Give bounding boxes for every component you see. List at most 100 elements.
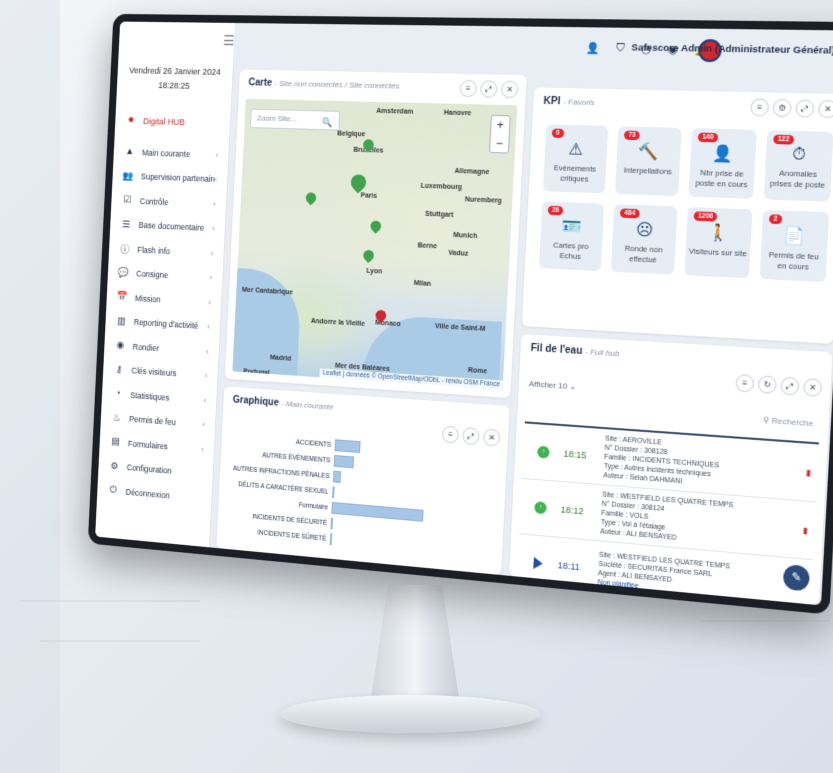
graph-panel-title: Graphique - Main courante [233,395,334,413]
menu-icon[interactable]: ≡ [459,79,477,98]
kpi-icon: 🪪 [561,218,583,237]
bar[interactable] [332,470,341,483]
kpi-tile[interactable]: 484 ☹ Ronde non effectué [610,204,678,275]
kpi-tile[interactable]: 26 🪪 Cartes pro Echus [538,201,605,272]
feed-description: Site : AEROVILLE N° Dossier : 308128 Famil… [603,434,801,495]
feed-list: ! 18:15 Site : AEROVILLE N° Dossier : 30812… [513,421,819,606]
chevron-left-icon: ‹ [215,149,219,160]
bar[interactable] [330,517,334,530]
zoom-out-icon[interactable]: − [490,134,509,153]
current-date: Vendredi 26 Janvier 2024 [128,65,221,77]
shield-icon[interactable]: ⛉ [616,42,625,55]
kpi-icon: 📄 [783,227,806,247]
map-city-label: Espagne [287,377,315,386]
close-icon[interactable]: ✕ [482,428,501,447]
close-icon[interactable]: ✕ [817,99,833,119]
search-icon[interactable]: 🔍 [322,113,333,131]
bar[interactable] [329,533,333,546]
zoom-in-icon[interactable]: + [491,116,510,135]
map-cities: AmsterdamHanovreBruxellesLuxembourgParis… [242,99,517,386]
page-size-selector[interactable]: Afficher 10 ⌄ [529,379,577,391]
kpi-label: Visiteurs sur site [688,246,748,259]
feed-indicator: ! [520,500,561,516]
bar[interactable] [332,486,335,499]
feed-time: 18:12 [560,504,584,517]
kpi-icon: 🔨 [637,143,660,162]
feed-search[interactable]: ⚲ Recherche [763,415,814,428]
map-sea [232,268,303,379]
top-bar: 👤 ⛉ ◷ ◉ 🔔 Safescore Admin (Administrateu… [232,22,833,76]
bar[interactable] [333,454,355,469]
play-icon [532,556,543,570]
kpi-label: Ronde non effectué [624,243,663,265]
kpi-tile[interactable]: 1206 🚶 Visiteurs sur site [684,206,753,279]
map-city-label: Stuttgart [424,210,454,219]
kpi-badge: 0 [551,128,564,138]
map-panel-title: Carte - Site non connectés / Site connec… [248,77,399,91]
pdf-icon[interactable]: ▮ [800,467,818,478]
kpi-tile[interactable]: 122 ⏱ Anomalies prises de poste [763,130,833,202]
site-pin[interactable] [347,171,370,194]
kpi-icon: 🚶 [707,224,730,243]
map-city-label: Hanovre [443,109,472,118]
expand-icon[interactable]: ⤢ [795,99,815,118]
zoom-site-input[interactable]: Zoom Site... 🔍 [249,108,341,131]
kpi-tile[interactable]: 140 👤 Nbr prise de poste en cours [688,128,757,199]
kpi-tile[interactable]: 0 ⚠ Evénements critiques [542,124,609,194]
map[interactable]: Zoom Site... 🔍 + − AmsterdamHanovreBruxe… [232,98,518,390]
chevron-left-icon: ‹ [203,395,207,406]
digital-hub-link[interactable]: ✸ Digital HUB [127,115,186,127]
kpi-icon: ⚠ [568,141,584,159]
menu-icon[interactable]: ≡ [441,425,460,444]
kpi-grid: 0 ⚠ Evénements critiques 73 🔨 Interpellations… [538,124,833,283]
expand-icon[interactable]: ⤢ [479,80,498,98]
menu-item-icon: ◔ [115,388,121,400]
sidebar-item-label: Déconnexion [125,486,170,501]
kpi-tile[interactable]: 73 🔨 Interpellations [614,126,682,197]
kpi-tile[interactable]: 2 📄 Permis de feu en cours [759,209,830,283]
sidebar-menu: ▲ Main courante ‹ 👥 Supervision partenaire ‹ ☑… [106,140,224,511]
kpi-icon: 👤 [711,145,734,164]
menu-item-icon: ◉ [116,340,125,352]
monitor-base [280,695,540,733]
kpi-badge: 140 [697,132,719,143]
kpi-label: Cartes pro Echus [552,240,589,261]
pdf-icon[interactable]: ▮ [797,525,815,536]
graph-panel-buttons: ≡ ⤢ ✕ [441,425,501,447]
zoom-site-placeholder: Zoom Site... [256,113,298,124]
site-pin[interactable] [368,218,384,234]
chevron-left-icon: ‹ [200,444,205,455]
kpi-panel-title: KPI - Favoris [543,96,595,108]
kpi-panel: KPI - Favoris ≡ ⚙ ⤢ ✕ 0 ⚠ Evénements criti… [521,87,833,344]
chevron-left-icon: ‹ [213,199,217,209]
screen: ☰ Vendredi 26 Janvier 2024 18:28:25 ✸ Di… [95,21,833,606]
feed-panel: Fil de l'eau - Full hub ≡ ↻ ⤢ ✕ Afficher… [508,334,833,606]
close-icon[interactable]: ✕ [802,378,823,398]
sidebar-item[interactable]: ▲ Main courante ‹ [122,140,224,168]
gear-icon[interactable]: ⚙ [772,98,792,118]
bar[interactable] [334,439,361,454]
site-pin[interactable] [303,190,319,206]
expand-icon[interactable]: ⤢ [780,376,800,396]
menu-icon[interactable]: ≡ [735,373,755,393]
menu-icon[interactable]: ≡ [750,98,770,117]
site-pin[interactable] [361,247,377,264]
map-city-label: Luxembourg [420,182,463,192]
zoom-control[interactable]: + − [488,114,511,154]
sidebar-item-label: Formulaires [127,438,169,452]
menu-item-icon: ▲ [125,146,135,158]
sidebar: ☰ Vendredi 26 Janvier 2024 18:28:25 ✸ Di… [95,21,236,548]
expand-icon[interactable]: ⤢ [462,426,480,446]
kpi-badge: 73 [623,130,641,141]
feed-time: 18:15 [563,448,587,461]
menu-item-icon: ♨ [112,412,121,424]
kpi-badge: 484 [619,208,640,219]
feed-subtitle: - Full hub [584,347,620,359]
datetime: Vendredi 26 Janvier 2024 18:28:25 [126,64,224,95]
close-icon[interactable]: ✕ [500,80,519,99]
map-subtitle: - Site non connectés / Site connectés [274,79,400,91]
afficher-value[interactable]: 10 ⌄ [558,381,577,391]
user-icon[interactable]: 👤 [586,42,601,55]
map-city-label: Portugal [243,368,270,377]
refresh-icon[interactable]: ↻ [757,375,777,395]
